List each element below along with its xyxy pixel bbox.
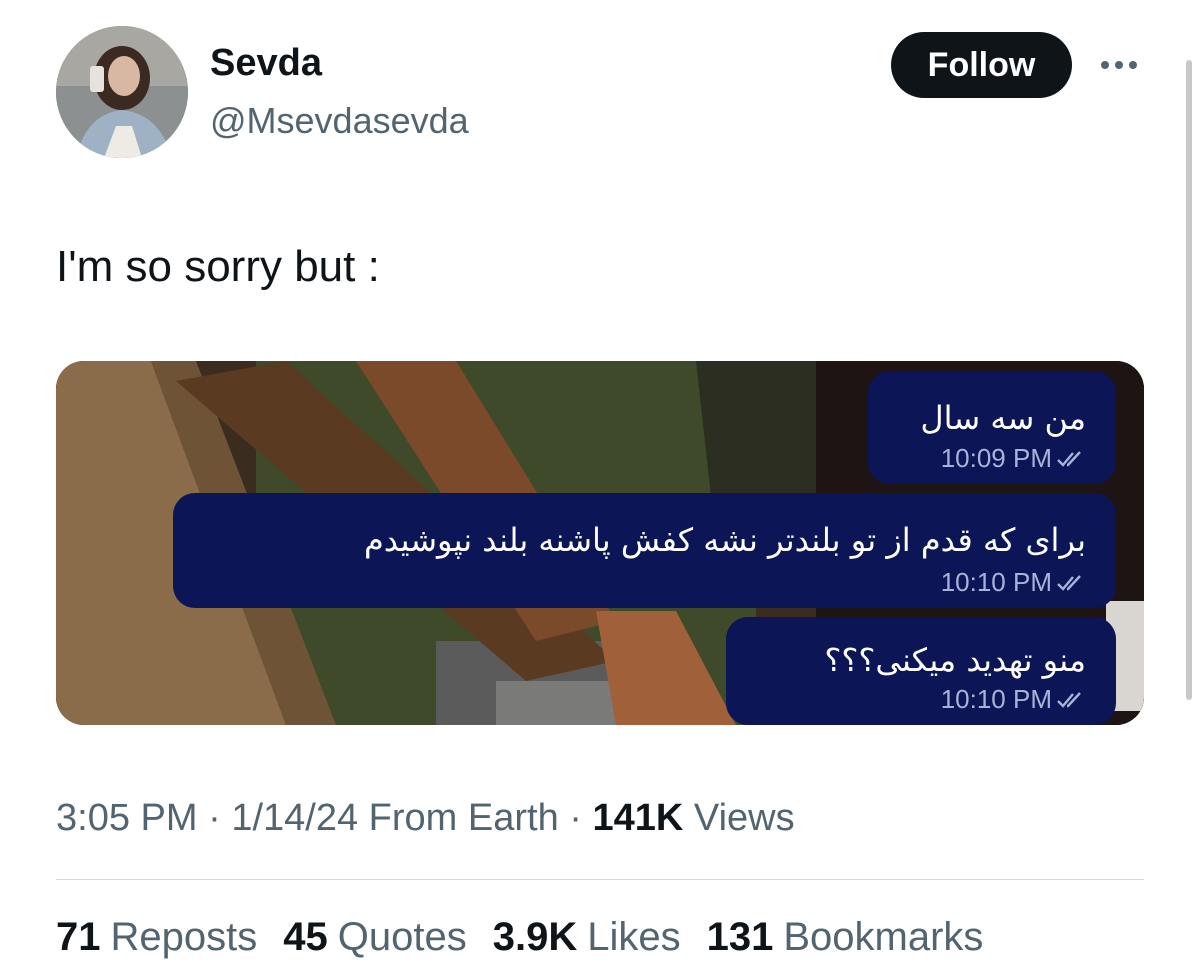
views-label: Views xyxy=(693,797,795,839)
more-horizontal-icon[interactable] xyxy=(1098,55,1140,75)
reposts-label: Reposts xyxy=(110,915,258,959)
bookmarks-stat[interactable]: 131 Bookmarks xyxy=(707,915,984,960)
tweet-time[interactable]: 3:05 PM xyxy=(56,797,198,839)
message-meta: 10:10 PM xyxy=(941,567,1086,598)
quotes-label: Quotes xyxy=(337,915,467,959)
double-check-icon xyxy=(1057,691,1081,708)
tweet-media[interactable]: من سه سال 10:09 PM برای که قدم از تو بلن… xyxy=(56,361,1144,725)
quotes-count: 45 xyxy=(283,915,328,959)
likes-stat[interactable]: 3.9K Likes xyxy=(493,915,681,960)
bookmarks-label: Bookmarks xyxy=(783,915,984,959)
double-check-icon xyxy=(1057,574,1081,591)
quotes-stat[interactable]: 45 Quotes xyxy=(283,915,466,960)
double-check-icon xyxy=(1057,450,1081,467)
message-text: من سه سال xyxy=(920,399,1086,437)
avatar-image xyxy=(56,26,188,158)
message-bubble: برای که قدم از تو بلندتر نشه کفش پاشنه ب… xyxy=(173,493,1116,608)
display-name[interactable]: Sevda xyxy=(210,42,322,85)
scrollbar[interactable] xyxy=(1186,60,1192,700)
message-time: 10:10 PM xyxy=(940,684,1052,714)
message-text: منو تهدید میکنی؟؟؟ xyxy=(824,641,1086,679)
message-time: 10:09 PM xyxy=(940,443,1052,473)
likes-count: 3.9K xyxy=(492,915,578,959)
follow-button[interactable]: Follow xyxy=(891,32,1072,98)
tweet-metadata: 3:05 PM · 1/14/24 From Earth · 141K View… xyxy=(56,797,795,839)
message-text: برای که قدم از تو بلندتر نشه کفش پاشنه ب… xyxy=(363,521,1086,559)
tweet-source: From Earth xyxy=(368,797,559,839)
user-handle[interactable]: @Msevdasevda xyxy=(210,100,469,142)
avatar[interactable] xyxy=(56,26,188,158)
message-meta: 10:09 PM xyxy=(941,443,1086,474)
tweet-text: I'm so sorry but : xyxy=(56,242,380,291)
engagement-stats: 71 Reposts 45 Quotes 3.9K Likes 131 Bookmark… xyxy=(56,915,983,960)
reposts-stat[interactable]: 71 Reposts xyxy=(56,915,257,960)
message-meta: 10:10 PM xyxy=(941,684,1086,715)
message-bubble: منو تهدید میکنی؟؟؟ 10:10 PM xyxy=(726,617,1116,725)
likes-label: Likes xyxy=(587,915,681,959)
divider xyxy=(56,879,1144,880)
message-bubble: من سه سال 10:09 PM xyxy=(868,371,1116,484)
views-count: 141K xyxy=(592,797,684,839)
bookmarks-count: 131 xyxy=(706,915,774,959)
tweet-date[interactable]: 1/14/24 xyxy=(231,797,358,839)
message-time: 10:10 PM xyxy=(940,567,1052,597)
reposts-count: 71 xyxy=(56,915,101,959)
